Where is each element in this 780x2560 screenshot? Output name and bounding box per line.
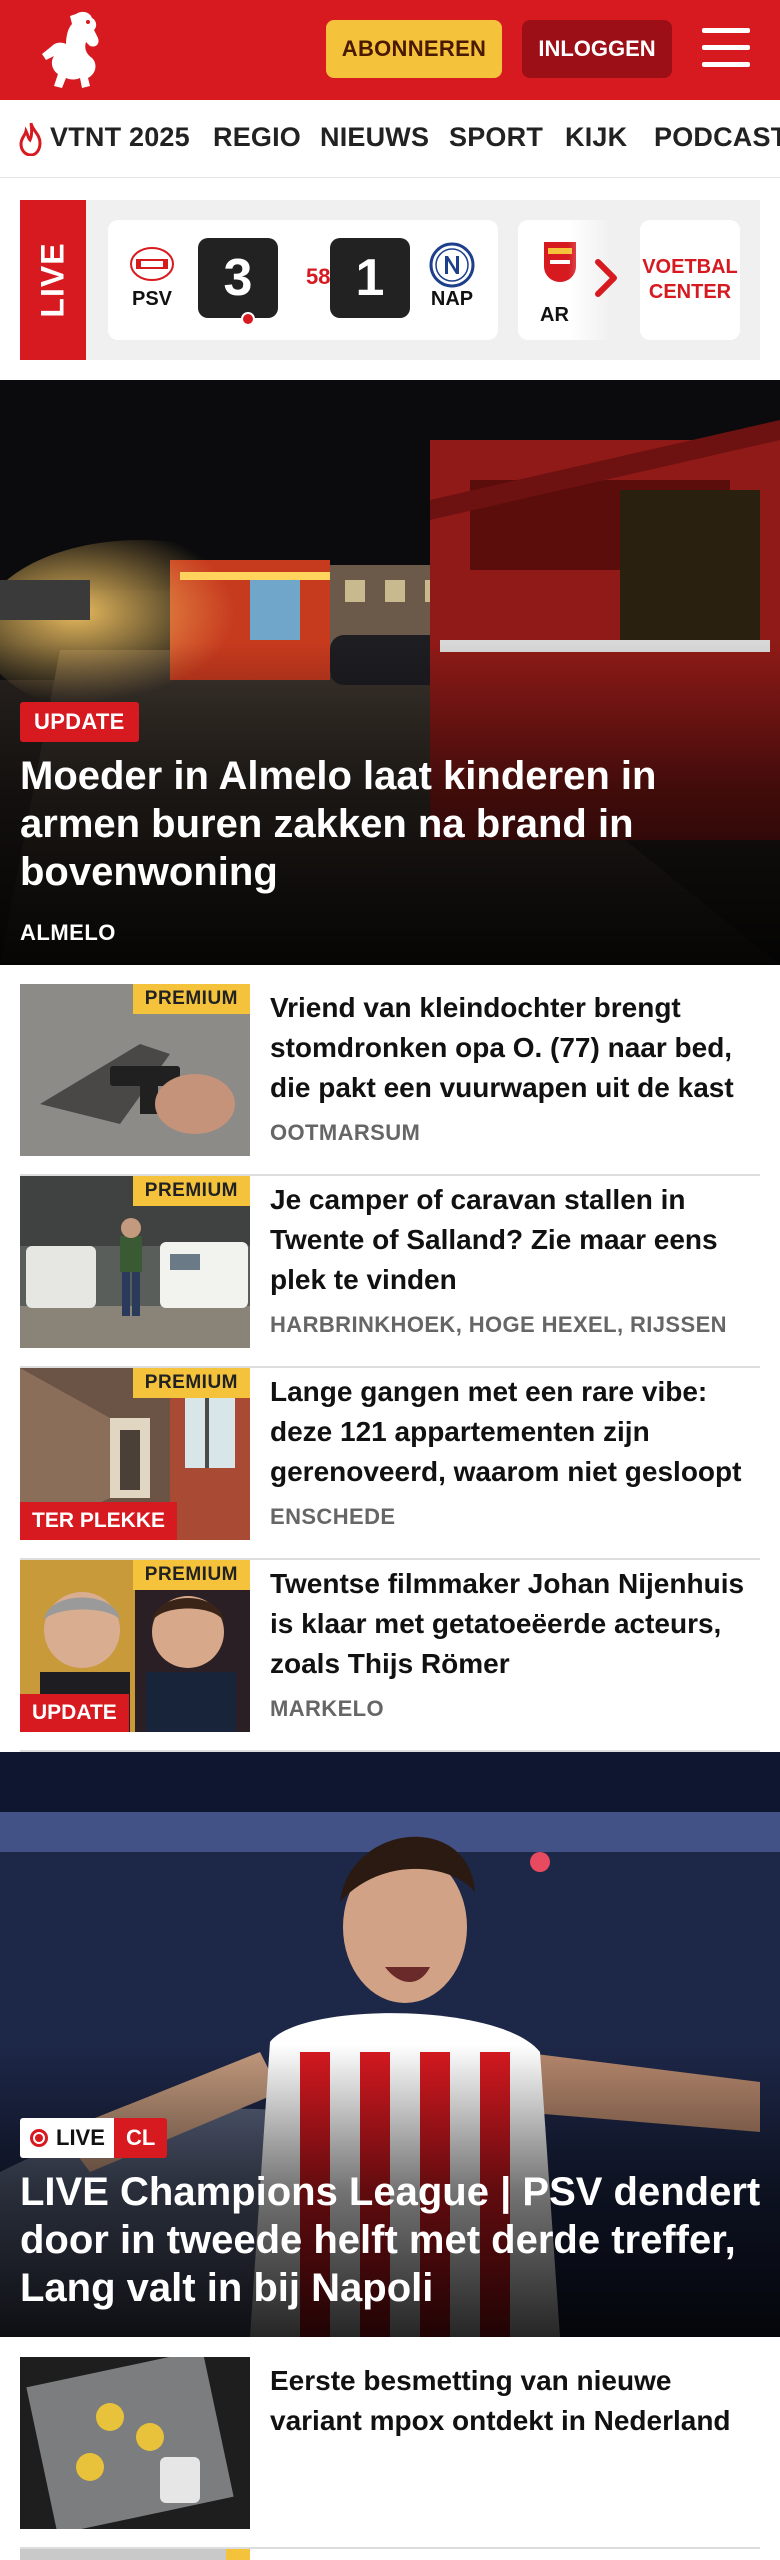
main-navigation: VTNT 2025 REGIO NIEUWS SPORT KIJK PODCAS… bbox=[0, 100, 780, 178]
away-team-name: NAP bbox=[430, 288, 474, 310]
live-indicator-dot bbox=[241, 312, 255, 326]
live-badge: LIVE bbox=[20, 2118, 117, 2158]
home-team-name: PSV bbox=[131, 288, 173, 310]
menu-icon[interactable] bbox=[702, 26, 750, 70]
article-thumbnail: PREMIUM bbox=[20, 984, 250, 1156]
nav-item-sport[interactable]: SPORT bbox=[449, 122, 543, 153]
article-title[interactable]: Eerste besmetting van nieuwe variant mpo… bbox=[270, 2361, 755, 2441]
premium-badge: PREMIUM bbox=[132, 1560, 250, 1590]
article-location: MARKELO bbox=[270, 1696, 385, 1721]
article-item[interactable]: Eerste besmetting van nieuwe variant mpo… bbox=[20, 2357, 760, 2549]
premium-badge-peek bbox=[226, 2549, 250, 2560]
voetbal-center-link[interactable]: VOETBAL CENTER bbox=[640, 220, 740, 340]
live-label: LIVE bbox=[20, 200, 86, 360]
article-thumbnail bbox=[20, 2357, 250, 2529]
flame-icon bbox=[19, 122, 42, 156]
login-button[interactable]: INLOGGEN bbox=[522, 20, 672, 78]
article-title[interactable]: Vriend van kleindochter brengt stomdronk… bbox=[270, 988, 755, 1108]
article-thumbnail: PREMIUM TER PLEKKE bbox=[20, 1368, 250, 1540]
article-location: ENSCHEDE bbox=[270, 1504, 396, 1529]
premium-badge: PREMIUM bbox=[132, 1176, 250, 1206]
article-title[interactable]: Twentse filmmaker Johan Nijenhuis is kla… bbox=[270, 1564, 755, 1684]
live-blog-article[interactable]: LIVE CL LIVE Champions League | PSV dend… bbox=[0, 1752, 780, 2337]
nav-item-regio[interactable]: REGIO bbox=[213, 122, 301, 153]
article-thumbnail: PREMIUM UPDATE bbox=[20, 1560, 250, 1732]
live-label-text: LIVE bbox=[34, 242, 71, 318]
article-item[interactable]: PREMIUM UPDATE Twentse filmmaker Johan N… bbox=[20, 1560, 760, 1752]
nav-item-kijk[interactable]: KIJK bbox=[565, 122, 627, 153]
away-score: 1 bbox=[330, 238, 410, 318]
home-score: 3 bbox=[198, 238, 278, 318]
top-bar: ABONNEREN INLOGGEN bbox=[0, 0, 780, 100]
article-location: HARBRINKHOEK, HOGE HEXEL, RIJSSEN bbox=[270, 1312, 727, 1337]
live-scores-strip: LIVE PSV 3 58' 1 NAP AR VOETBAL CENTER bbox=[20, 200, 760, 360]
premium-badge: PREMIUM bbox=[132, 984, 250, 1014]
nav-item-podcast[interactable]: PODCAST bbox=[654, 122, 780, 153]
ter-plekke-badge: TER PLEKKE bbox=[20, 1502, 178, 1540]
article-thumbnail: PREMIUM bbox=[20, 1176, 250, 1348]
premium-badge: PREMIUM bbox=[132, 1368, 250, 1398]
hero-location: ALMELO bbox=[20, 920, 116, 945]
update-badge: UPDATE bbox=[20, 702, 139, 742]
home-club: PSV bbox=[122, 246, 182, 311]
hero-article[interactable]: UPDATE Moeder in Almelo laat kinderen in… bbox=[0, 380, 780, 965]
article-item[interactable]: PREMIUM Je camper of caravan stallen in … bbox=[20, 1176, 760, 1368]
subscribe-button[interactable]: ABONNEREN bbox=[326, 20, 502, 78]
match-card[interactable]: PSV 3 58' 1 NAP bbox=[108, 220, 498, 340]
away-club: NAP bbox=[422, 242, 482, 311]
live-badge-label: LIVE bbox=[56, 2125, 105, 2150]
article-title[interactable]: Lange gangen met een rare vibe: deze 121… bbox=[270, 1372, 755, 1492]
chevron-right-icon[interactable] bbox=[592, 256, 622, 300]
tubantia-horse-logo[interactable] bbox=[36, 8, 106, 92]
article-title[interactable]: Je camper of caravan stallen in Twente o… bbox=[270, 1180, 755, 1300]
napoli-crest-icon bbox=[429, 242, 475, 288]
next-match-team: AR bbox=[540, 304, 569, 326]
article-item[interactable]: PREMIUM TER PLEKKE Lange gangen met een … bbox=[20, 1368, 760, 1560]
nav-item-nieuws[interactable]: NIEUWS bbox=[320, 122, 429, 153]
psv-crest-icon bbox=[130, 247, 174, 281]
article-location: OOTMARSUM bbox=[270, 1120, 421, 1145]
article-item[interactable]: PREMIUM Vriend van kleindochter brengt s… bbox=[20, 984, 760, 1176]
vaccine-vials-image bbox=[20, 2357, 250, 2529]
champions-league-tag: CL bbox=[114, 2118, 168, 2158]
nav-item-vtnt-2025[interactable]: VTNT 2025 bbox=[50, 122, 190, 153]
update-badge: UPDATE bbox=[20, 1694, 129, 1732]
hero2-title[interactable]: LIVE Champions League | PSV dendert door… bbox=[20, 2168, 765, 2312]
hero-title[interactable]: Moeder in Almelo laat kinderen in armen … bbox=[20, 752, 750, 896]
next-article-peek bbox=[20, 2549, 250, 2560]
live-record-icon bbox=[30, 2129, 48, 2147]
